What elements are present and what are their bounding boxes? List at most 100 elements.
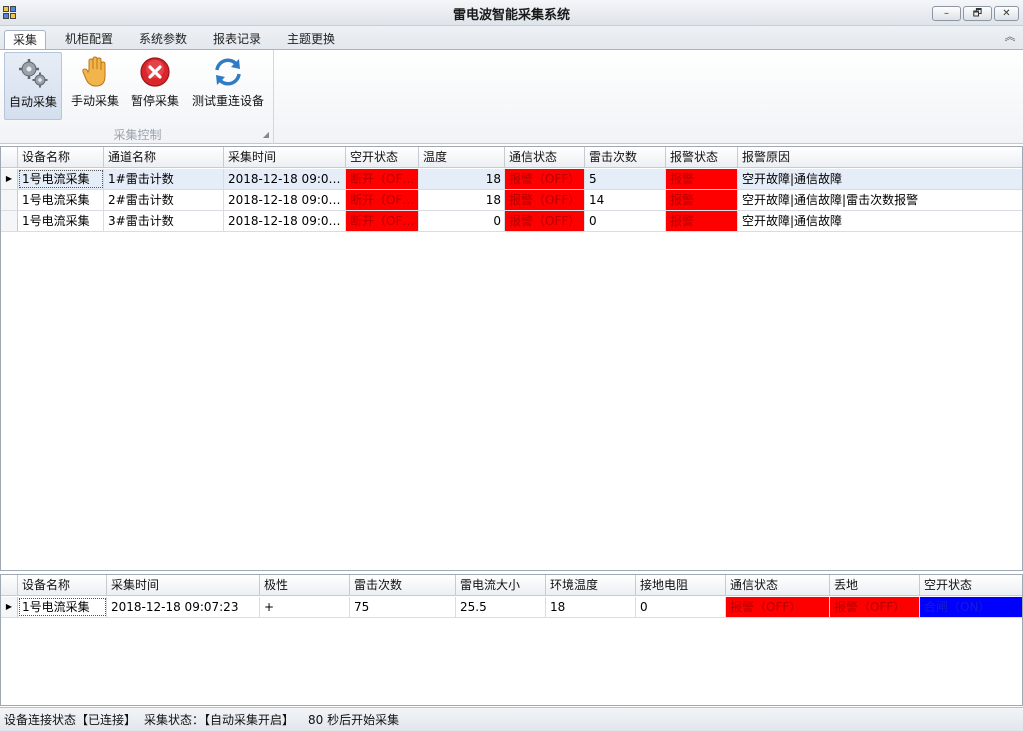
cell-strike-count[interactable]: 0 [585, 211, 666, 231]
column-header[interactable]: 报警状态 [666, 147, 738, 168]
cell-breaker-status[interactable]: 断开（OFF... [346, 211, 419, 231]
test-reconnect-label: 测试重连设备 [191, 94, 264, 108]
device-data-grid[interactable]: 设备名称 采集时间 极性 雷击次数 雷电流大小 环境温度 接地电阻 通信状态 丢… [0, 574, 1023, 706]
manual-collect-button[interactable]: 手动采集 [66, 52, 124, 120]
collect-control-group: 自动采集 手动采集 暂停采集 测试重连设备 采集控制 ◢ [2, 50, 274, 144]
auto-collect-button[interactable]: 自动采集 [4, 52, 62, 120]
column-header[interactable]: 通信状态 [726, 575, 830, 596]
cell-alarm-status[interactable]: 报警 [666, 211, 738, 231]
cell-breaker-status[interactable]: 合闸（ON） [920, 597, 1022, 617]
cell-lightning-current[interactable]: 25.5 [456, 597, 546, 617]
gears-icon [19, 59, 48, 88]
hand-icon [82, 56, 106, 87]
test-reconnect-button[interactable]: 测试重连设备 [188, 52, 268, 120]
table-row[interactable]: ▶ 1号电流采集 1#雷击计数 2018-12-18 09:07... 断开（O… [1, 169, 1022, 190]
row-header-corner [1, 575, 18, 596]
cell-temperature[interactable]: 18 [419, 169, 505, 189]
column-header[interactable]: 丢地 [830, 575, 920, 596]
cell-time[interactable]: 2018-12-18 09:07... [224, 211, 346, 231]
column-header[interactable]: 空开状态 [346, 147, 419, 168]
cell-channel[interactable]: 1#雷击计数 [104, 169, 224, 189]
column-header[interactable]: 空开状态 [920, 575, 1022, 596]
tab-system-params[interactable]: 系统参数 [131, 30, 195, 50]
column-header[interactable]: 采集时间 [224, 147, 346, 168]
column-header[interactable]: 采集时间 [107, 575, 260, 596]
cell-channel[interactable]: 2#雷击计数 [104, 190, 224, 210]
manual-collect-label: 手动采集 [70, 94, 119, 108]
cell-temperature[interactable]: 0 [419, 211, 505, 231]
tab-theme-change[interactable]: 主题更换 [279, 30, 343, 50]
column-header[interactable]: 温度 [419, 147, 505, 168]
table-row[interactable]: 1号电流采集 2#雷击计数 2018-12-18 09:07... 断开（OFF… [1, 190, 1022, 211]
ribbon-tabs: 采集 机柜配置 系统参数 报表记录 主题更换 ︽ [0, 26, 1023, 50]
pause-collect-button[interactable]: 暂停采集 [126, 52, 184, 120]
cell-comm-status[interactable]: 报警（OFF） [505, 211, 585, 231]
cell-strike-count[interactable]: 75 [350, 597, 456, 617]
cell-comm-status[interactable]: 报警（OFF） [505, 169, 585, 189]
cell-channel[interactable]: 3#雷击计数 [104, 211, 224, 231]
column-header[interactable]: 雷击次数 [350, 575, 456, 596]
column-header[interactable]: 雷击次数 [585, 147, 666, 168]
ribbon-collapse-icon[interactable]: ︽ [1003, 31, 1017, 45]
minimize-button[interactable]: – [932, 6, 961, 21]
cell-device[interactable]: 1号电流采集 [18, 169, 104, 189]
tab-report-records[interactable]: 报表记录 [205, 30, 269, 50]
column-header[interactable]: 极性 [260, 575, 350, 596]
row-selector[interactable] [1, 190, 18, 210]
cell-device[interactable]: 1号电流采集 [18, 597, 107, 617]
cell-alarm-reason[interactable]: 空开故障|通信故障|雷击次数报警 [738, 190, 1022, 210]
ribbon-panel: 自动采集 手动采集 暂停采集 测试重连设备 采集控制 ◢ [0, 49, 1023, 144]
column-header[interactable]: 雷电流大小 [456, 575, 546, 596]
window-title: 雷电波智能采集系统 [452, 8, 570, 23]
table-row[interactable]: 1号电流采集 3#雷击计数 2018-12-18 09:07... 断开（OFF… [1, 211, 1022, 232]
cell-alarm-status[interactable]: 报警 [666, 169, 738, 189]
row-selector-icon[interactable]: ▶ [1, 597, 18, 617]
column-header[interactable]: 环境温度 [546, 575, 636, 596]
countdown-status: 80 秒后开始采集 [308, 713, 400, 727]
column-header[interactable]: 报警原因 [738, 147, 1022, 168]
auto-collect-label: 自动采集 [8, 95, 57, 109]
row-header-corner [1, 147, 18, 168]
collect-status: 采集状态：【自动采集开启】 [144, 713, 295, 727]
tab-collect[interactable]: 采集 [4, 30, 47, 50]
restore-button[interactable]: 🗗 [963, 6, 992, 21]
cell-polarity[interactable]: + [260, 597, 350, 617]
pause-collect-label: 暂停采集 [130, 94, 179, 108]
close-button[interactable]: ✕ [994, 6, 1019, 21]
stop-icon [140, 57, 170, 87]
cell-time[interactable]: 2018-12-18 09:07... [224, 190, 346, 210]
row-selector[interactable] [1, 211, 18, 231]
column-header[interactable]: 接地电阻 [636, 575, 726, 596]
cell-breaker-status[interactable]: 断开（OFF... [346, 190, 419, 210]
cell-temperature[interactable]: 18 [419, 190, 505, 210]
cell-ambient-temperature[interactable]: 18 [546, 597, 636, 617]
column-header[interactable]: 通道名称 [104, 147, 224, 168]
cell-strike-count[interactable]: 14 [585, 190, 666, 210]
row-selector-icon[interactable]: ▶ [1, 169, 18, 189]
cell-ground-loss[interactable]: 报警（OFF） [830, 597, 920, 617]
cell-device[interactable]: 1号电流采集 [18, 211, 104, 231]
grid-header: 设备名称 通道名称 采集时间 空开状态 温度 通信状态 雷击次数 报警状态 报警… [1, 147, 1022, 168]
refresh-icon [215, 58, 241, 86]
connection-status: 设备连接状态【已连接】 [4, 713, 137, 727]
cell-time[interactable]: 2018-12-18 09:07:23 [107, 597, 260, 617]
group-launcher-icon[interactable]: ◢ [263, 130, 269, 139]
cell-comm-status[interactable]: 报警（OFF） [726, 597, 830, 617]
column-header[interactable]: 设备名称 [18, 575, 107, 596]
cell-strike-count[interactable]: 5 [585, 169, 666, 189]
cell-alarm-reason[interactable]: 空开故障|通信故障 [738, 211, 1022, 231]
cell-breaker-status[interactable]: 断开（OFF... [346, 169, 419, 189]
column-header[interactable]: 通信状态 [505, 147, 585, 168]
tab-cabinet-config[interactable]: 机柜配置 [57, 30, 121, 50]
cell-alarm-reason[interactable]: 空开故障|通信故障 [738, 169, 1022, 189]
cell-device[interactable]: 1号电流采集 [18, 190, 104, 210]
cell-alarm-status[interactable]: 报警 [666, 190, 738, 210]
status-bar: 设备连接状态【已连接】 采集状态：【自动采集开启】 80 秒后开始采集 [0, 707, 1023, 731]
cell-comm-status[interactable]: 报警（OFF） [505, 190, 585, 210]
cell-time[interactable]: 2018-12-18 09:07... [224, 169, 346, 189]
group-label: 采集控制 [113, 128, 162, 142]
table-row[interactable]: ▶ 1号电流采集 2018-12-18 09:07:23 + 75 25.5 1… [1, 597, 1022, 618]
column-header[interactable]: 设备名称 [18, 147, 104, 168]
channel-data-grid[interactable]: 设备名称 通道名称 采集时间 空开状态 温度 通信状态 雷击次数 报警状态 报警… [0, 146, 1023, 571]
cell-ground-resistance[interactable]: 0 [636, 597, 726, 617]
